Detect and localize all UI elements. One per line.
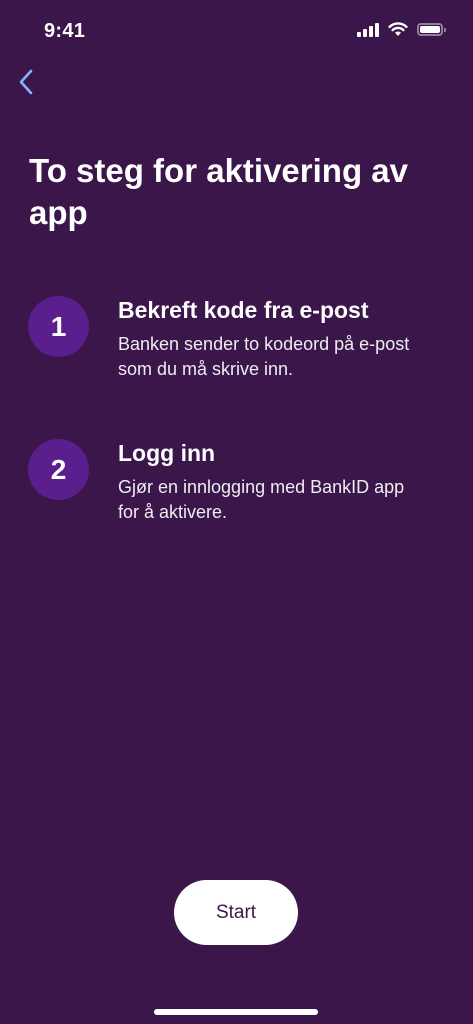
step-description: Gjør en innlogging med BankID app for å … [118, 477, 405, 522]
home-indicator [154, 1009, 318, 1015]
back-button[interactable] [6, 62, 46, 102]
status-bar: 9:41 [0, 0, 473, 62]
status-time: 9:41 [44, 20, 86, 42]
step-text: Logg inn Gjør en innlogging med BankID a… [118, 439, 418, 525]
chevron-left-icon [19, 69, 33, 95]
start-button[interactable]: Start [174, 880, 298, 945]
wifi-icon [388, 22, 408, 36]
step-title: Logg inn [118, 440, 216, 466]
status-icons [357, 22, 446, 37]
page-title: To steg for aktivering av app [29, 152, 408, 231]
battery-icon [417, 23, 446, 36]
step-title: Bekreft kode fra e-post [118, 297, 369, 323]
cellular-signal-icon [357, 22, 379, 37]
step-description: Banken sender to kodeord på e-post som d… [118, 334, 410, 379]
step-text: Bekreft kode fra e-post Banken sender to… [118, 296, 418, 382]
step-number-badge: 1 [28, 296, 89, 357]
step-number-badge: 2 [28, 439, 89, 500]
